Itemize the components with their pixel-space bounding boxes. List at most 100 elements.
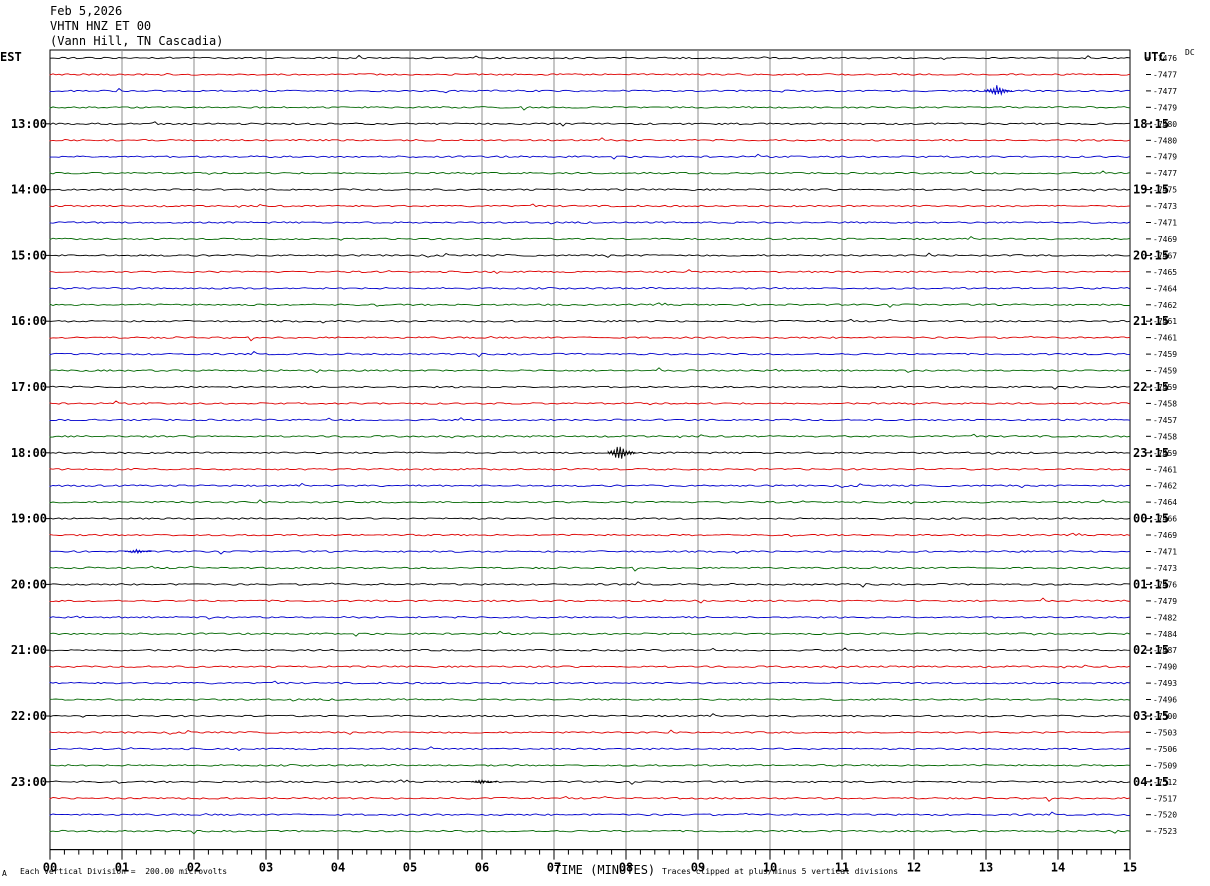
x-tick-label: 03 (259, 861, 273, 875)
dc-offset-label: -7469 (1153, 531, 1177, 540)
trace-line (49, 446, 1131, 459)
trace-line (49, 106, 1131, 111)
right-time-label: 23:15 (1133, 446, 1169, 460)
x-tick-label: 14 (1051, 861, 1065, 875)
trace-line (49, 318, 1131, 324)
right-time-label: 00:15 (1133, 512, 1169, 526)
trace-line (49, 85, 1131, 96)
trace-line (49, 385, 1131, 390)
trace-line (49, 367, 1131, 374)
dc-offset-label: -7477 (1153, 169, 1177, 178)
dc-offset-label: -7465 (1153, 268, 1177, 277)
dc-offset-label: -7471 (1153, 219, 1177, 228)
left-time-label: 21:00 (11, 643, 47, 657)
trace-line (49, 565, 1131, 572)
trace-line (49, 73, 1131, 76)
right-time-label: 18:15 (1133, 117, 1169, 131)
trace-line (49, 335, 1131, 342)
left-time-label: 13:00 (11, 117, 47, 131)
left-time-label: 18:00 (11, 446, 47, 460)
dc-offset-label: -7484 (1153, 630, 1177, 639)
dc-offset-label: -7517 (1153, 794, 1177, 803)
dc-offset-label: -7496 (1153, 696, 1177, 705)
trace-line (49, 713, 1131, 718)
left-time-label: 23:00 (11, 775, 47, 789)
trace-line (49, 647, 1131, 652)
trace-line (49, 746, 1131, 752)
dc-offset-label: -7503 (1153, 728, 1177, 737)
dc-offset-label: -7506 (1153, 745, 1177, 754)
dc-offset-label: -7458 (1153, 399, 1177, 408)
trace-line (49, 764, 1131, 767)
footer-clip-note: Traces clipped at plus/minus 5 vertical … (662, 867, 899, 876)
x-tick-label: 12 (907, 861, 921, 875)
dc-offset-label: -7457 (1153, 416, 1177, 425)
dc-offset-label: -7477 (1153, 71, 1177, 80)
trace-line (49, 664, 1131, 669)
plot-frame (49, 49, 1131, 851)
trace-line (49, 286, 1131, 290)
dc-offset-label: -7462 (1153, 301, 1177, 310)
dc-offset-label: -7479 (1153, 153, 1177, 162)
trace-line (49, 468, 1131, 471)
left-time-label: 22:00 (11, 709, 47, 723)
dc-offset-label: -7520 (1153, 811, 1177, 820)
trace-line (49, 433, 1131, 439)
dc-offset-label: -7459 (1153, 350, 1177, 359)
trace-line (49, 729, 1130, 735)
right-time-label: 02:15 (1133, 643, 1169, 657)
footer-mark: A (2, 869, 7, 878)
dc-offset-label: -7461 (1153, 334, 1177, 343)
trace-line (49, 811, 1130, 816)
footer-scale-note: Each Vertical Division = 200.00 microvol… (20, 867, 228, 876)
right-time-label: 21:15 (1133, 314, 1169, 328)
dc-offset-label: -7473 (1153, 202, 1177, 211)
trace-line (49, 188, 1131, 192)
x-tick-label: 04 (331, 861, 345, 875)
left-time-label: 16:00 (11, 314, 47, 328)
dc-offset-label: -7490 (1153, 663, 1177, 672)
right-time-label: 01:15 (1133, 577, 1169, 591)
trace-line (49, 482, 1131, 489)
dc-offset-label: -7464 (1153, 498, 1177, 507)
trace-line (49, 302, 1130, 308)
dc-offset-label: -7461 (1153, 465, 1177, 474)
right-time-label: 19:15 (1133, 183, 1169, 197)
trace-line (49, 203, 1131, 208)
x-tick-label: 13 (979, 861, 993, 875)
dc-offset-label: -7482 (1153, 613, 1177, 622)
trace-line (49, 517, 1131, 520)
dc-offset-label: -7473 (1153, 564, 1177, 573)
dc-offset-label: -7509 (1153, 761, 1177, 770)
trace-line (49, 417, 1131, 422)
dc-offset-label: -7480 (1153, 136, 1177, 145)
right-time-label: 20:15 (1133, 248, 1169, 262)
x-tick-label: 05 (403, 861, 417, 875)
left-time-label: 14:00 (11, 183, 47, 197)
left-time-label: 17:00 (11, 380, 47, 394)
left-time-label: 20:00 (11, 577, 47, 591)
right-time-label: 03:15 (1133, 709, 1169, 723)
trace-line (49, 269, 1131, 275)
trace-line (49, 236, 1131, 241)
dc-offset-label: -7479 (1153, 597, 1177, 606)
trace-line (49, 778, 1131, 785)
seismogram-plot: -7476-7477-7477-7479-7480-7480-7479-7477… (11, 49, 1177, 875)
trace-line (49, 221, 1131, 225)
trace-line (49, 795, 1131, 802)
left-time-label: 19:00 (11, 512, 47, 526)
trace-line (49, 499, 1131, 505)
dc-offset-label: -7476 (1153, 54, 1177, 63)
trace-line (49, 829, 1131, 835)
trace-line (50, 252, 1131, 258)
trace-line (49, 400, 1131, 406)
trace-line (49, 680, 1131, 685)
right-time-label: 22:15 (1133, 380, 1169, 394)
dc-offset-label: -7458 (1153, 432, 1177, 441)
dc-offset-label: -7464 (1153, 284, 1177, 293)
trace-line (49, 170, 1131, 175)
trace-line (49, 532, 1131, 537)
trace-line (49, 153, 1131, 160)
left-time-label: 15:00 (11, 248, 47, 262)
trace-line (49, 137, 1131, 142)
